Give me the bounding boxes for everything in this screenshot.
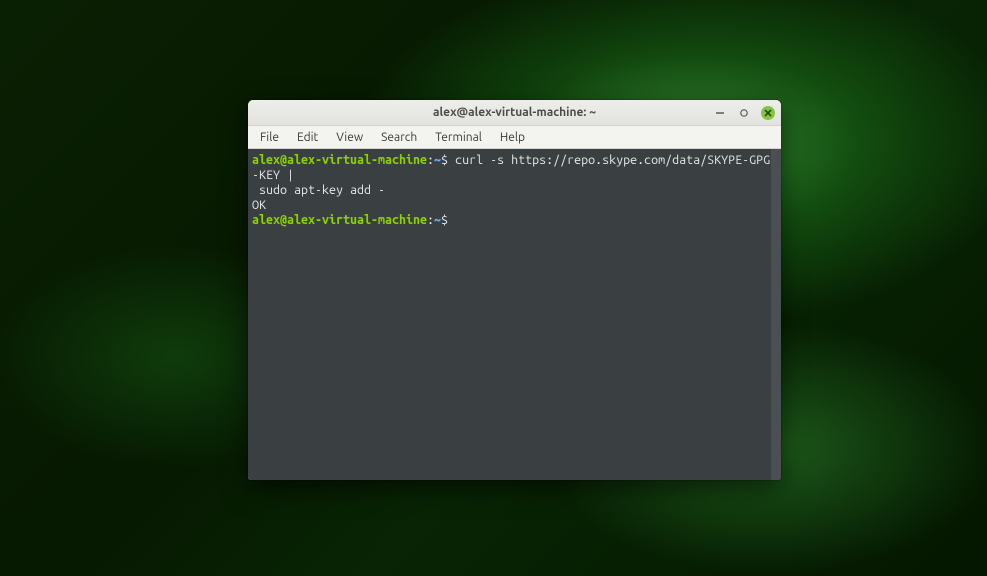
terminal-window: alex@alex-virtual-machine: ~ bbox=[248, 100, 781, 480]
prompt-sep-2: : bbox=[427, 213, 434, 227]
close-icon bbox=[764, 109, 772, 117]
desktop-background: alex@alex-virtual-machine: ~ bbox=[0, 0, 987, 576]
prompt-symbol: $ bbox=[441, 153, 448, 167]
cmd-2 bbox=[448, 213, 455, 227]
output-ok: OK bbox=[252, 198, 266, 212]
prompt-userhost: alex@alex-virtual-machine bbox=[252, 153, 427, 167]
cmd-1-cont: sudo apt-key add - bbox=[252, 183, 385, 197]
scrollbar-thumb[interactable] bbox=[773, 151, 779, 480]
menu-terminal[interactable]: Terminal bbox=[427, 129, 490, 146]
terminal-body[interactable]: alex@alex-virtual-machine:~$ curl -s htt… bbox=[248, 149, 781, 480]
menu-file[interactable]: File bbox=[252, 129, 287, 146]
terminal-line-3: OK bbox=[252, 198, 775, 213]
menubar: File Edit View Search Terminal Help bbox=[248, 126, 781, 149]
menu-help[interactable]: Help bbox=[492, 129, 533, 146]
prompt-path: ~ bbox=[434, 153, 441, 167]
titlebar[interactable]: alex@alex-virtual-machine: ~ bbox=[248, 100, 781, 126]
close-button[interactable] bbox=[761, 106, 775, 120]
terminal-scrollbar[interactable] bbox=[771, 149, 781, 480]
terminal-line-1: alex@alex-virtual-machine:~$ curl -s htt… bbox=[252, 153, 775, 183]
prompt-symbol-2: $ bbox=[441, 213, 448, 227]
menu-edit[interactable]: Edit bbox=[289, 129, 326, 146]
menu-search[interactable]: Search bbox=[373, 129, 425, 146]
window-controls bbox=[713, 106, 775, 120]
minimize-icon bbox=[715, 108, 725, 118]
prompt-path-2: ~ bbox=[434, 213, 441, 227]
prompt-userhost-2: alex@alex-virtual-machine bbox=[252, 213, 427, 227]
terminal-line-4: alex@alex-virtual-machine:~$ bbox=[252, 213, 775, 228]
prompt-sep: : bbox=[427, 153, 434, 167]
maximize-button[interactable] bbox=[737, 106, 751, 120]
maximize-icon bbox=[739, 108, 749, 118]
window-title: alex@alex-virtual-machine: ~ bbox=[433, 106, 596, 119]
menu-view[interactable]: View bbox=[328, 129, 371, 146]
terminal-line-2: sudo apt-key add - bbox=[252, 183, 775, 198]
minimize-button[interactable] bbox=[713, 106, 727, 120]
